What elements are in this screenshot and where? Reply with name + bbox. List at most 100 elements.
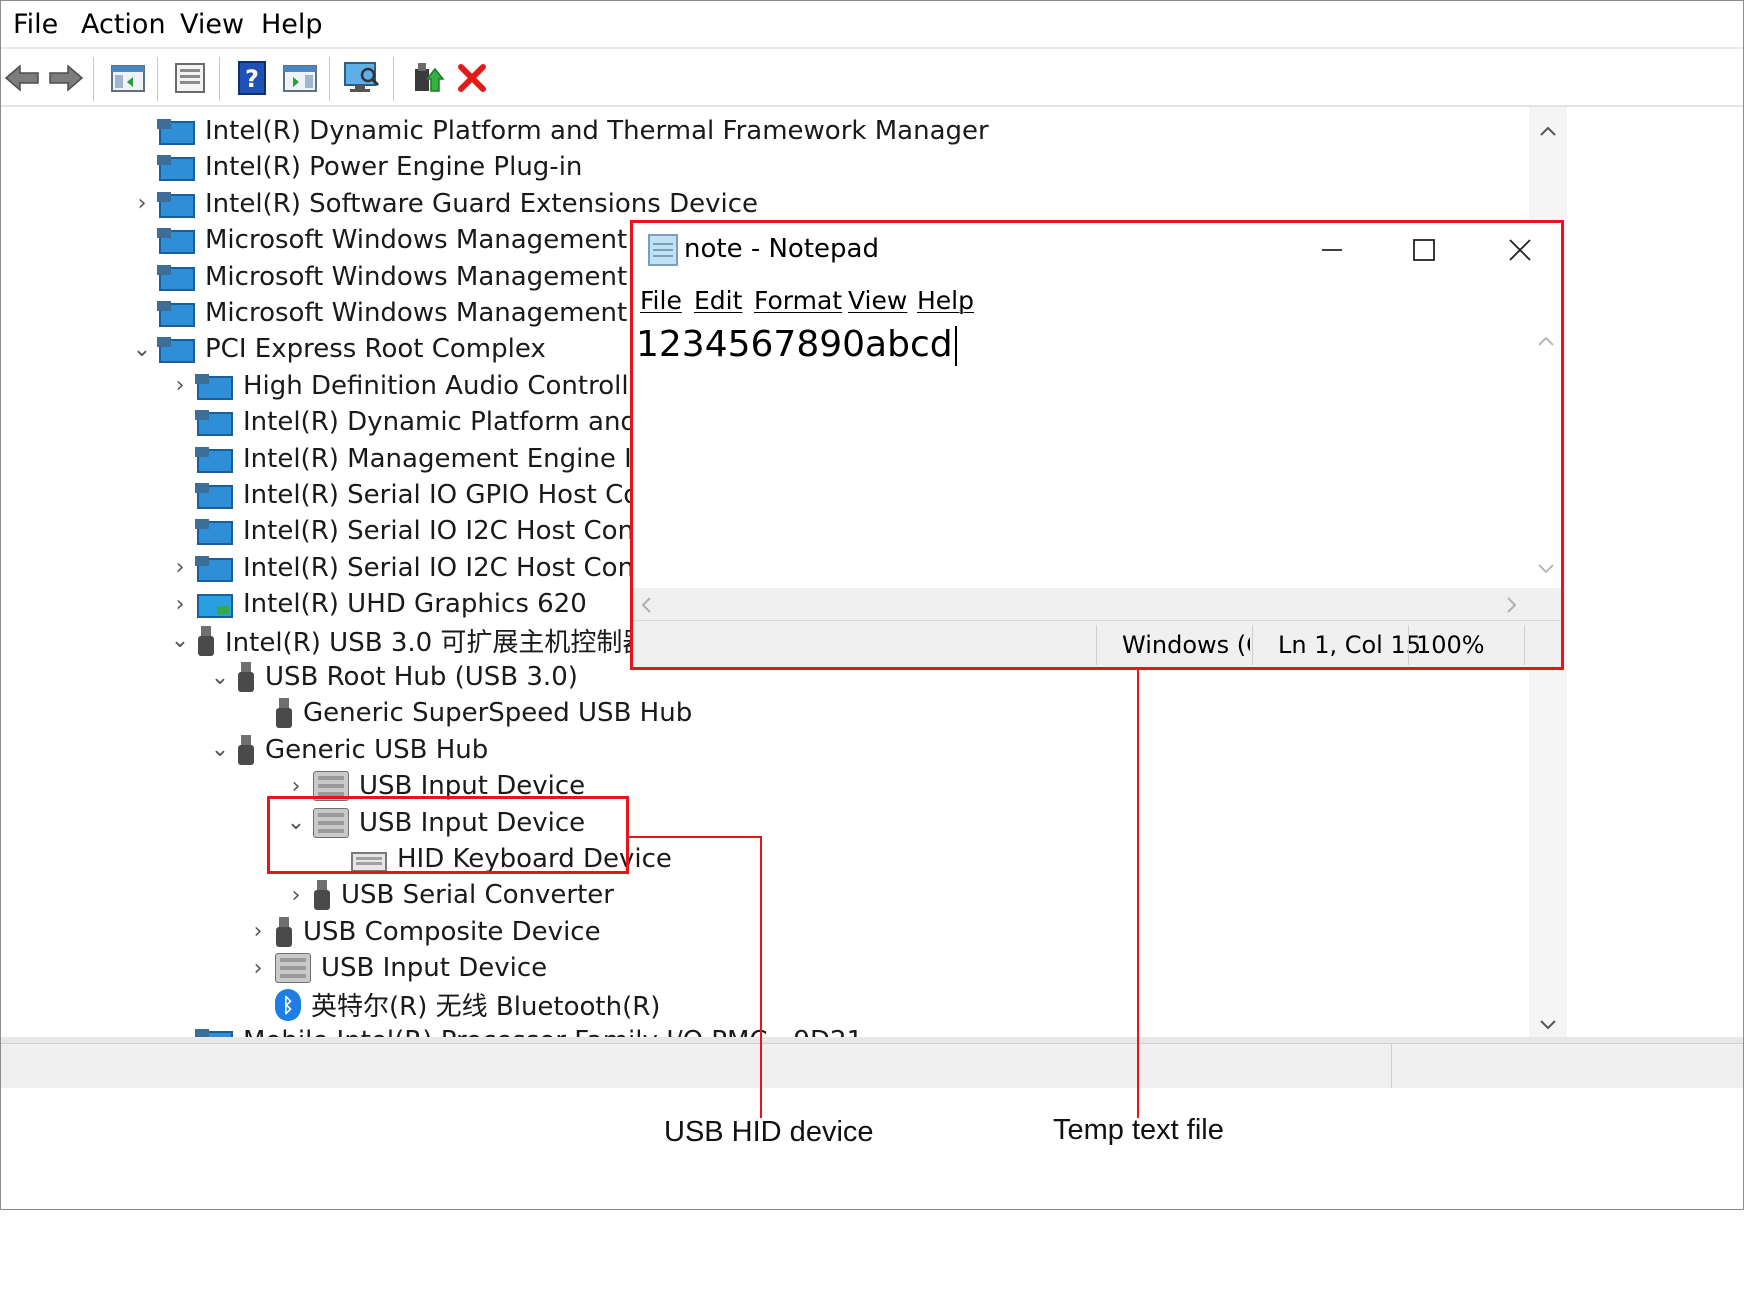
tree-item[interactable]: ⌄ Generic USB Hub (209, 730, 488, 770)
tree-item-label: USB Composite Device (303, 916, 601, 947)
bluetooth-icon: ᛒ (275, 988, 301, 1021)
chevron-right-icon[interactable]: › (285, 875, 307, 915)
system-device-icon (195, 410, 233, 437)
system-device-icon (157, 264, 195, 291)
chevron-down-icon[interactable]: ⌄ (169, 621, 191, 661)
system-device-icon (157, 119, 195, 145)
uninstall-x-icon[interactable] (453, 59, 491, 97)
system-device-icon (195, 519, 233, 546)
menu-view[interactable]: View (180, 9, 244, 40)
system-device-icon (157, 337, 195, 364)
system-device-icon (195, 446, 233, 473)
show-hide-console-tree-icon[interactable] (109, 59, 147, 97)
system-device-icon (157, 155, 195, 182)
menu-help[interactable]: Help (261, 9, 323, 40)
tree-item[interactable]: Intel(R) Dynamic Platform and Thermal Fr… (131, 111, 989, 151)
usb-device-icon (313, 880, 331, 911)
tree-item-label: Intel(R) UHD Graphics 620 (243, 589, 587, 620)
toolbar-separator (329, 57, 330, 101)
menu-divider (1, 47, 1743, 49)
tree-item[interactable]: ⌄ USB Root Hub (USB 3.0) (209, 657, 578, 697)
tree-item[interactable]: › USB Composite Device (247, 912, 601, 952)
menu-action[interactable]: Action (81, 9, 166, 40)
tree-item[interactable]: › USB Input Device (247, 948, 547, 988)
status-bar (1, 1043, 1743, 1088)
tree-item[interactable]: Intel(R) Power Engine Plug-in (131, 147, 582, 187)
tree-item[interactable]: ⌄ PCI Express Root Complex (131, 329, 546, 369)
hid-callout-line (760, 836, 762, 1118)
menu-file[interactable]: File (13, 9, 58, 40)
toolbar-separator (393, 57, 394, 101)
tree-item-label: High Definition Audio Controller (243, 370, 656, 401)
tree-item-label: PCI Express Root Complex (205, 334, 546, 365)
system-device-icon (195, 555, 233, 582)
tree-item-label: Intel(R) Dynamic Platform and Thermal Fr… (205, 116, 989, 146)
tree-item[interactable]: › USB Serial Converter (285, 875, 614, 915)
system-device-icon (157, 191, 195, 218)
system-device-icon (157, 228, 195, 255)
usb-device-icon (275, 698, 293, 729)
tree-item[interactable]: › Intel(R) UHD Graphics 620 (169, 584, 587, 624)
hid-highlight-box (267, 796, 629, 874)
toolbar-separator (93, 57, 94, 101)
tree-item-label: Intel(R) Power Engine Plug-in (205, 152, 583, 183)
chevron-right-icon[interactable]: › (169, 584, 191, 624)
help-icon[interactable]: ? (233, 59, 271, 97)
svg-text:?: ? (245, 65, 259, 93)
tree-item[interactable]: › Intel(R) Software Guard Extensions Devi… (131, 184, 758, 224)
usb-device-icon (237, 734, 255, 765)
notepad-callout-line (1137, 670, 1139, 1118)
chevron-right-icon[interactable]: › (169, 366, 191, 406)
system-device-icon (157, 301, 195, 327)
system-device-icon (195, 483, 233, 509)
forward-arrow-icon[interactable] (47, 59, 85, 97)
status-divider (1391, 1044, 1392, 1088)
action-pane-icon[interactable] (281, 59, 319, 97)
chevron-down-icon[interactable]: ⌄ (209, 657, 231, 697)
tree-item[interactable]: ᛒ 英特尔(R) 无线 Bluetooth(R) (247, 985, 660, 1025)
chevron-right-icon[interactable]: › (169, 548, 191, 588)
properties-icon[interactable] (171, 59, 209, 97)
pane-divider (1, 105, 1743, 107)
chevron-down-icon[interactable]: ⌄ (131, 329, 153, 369)
tree-item[interactable]: Generic SuperSpeed USB Hub (247, 693, 692, 733)
tree-item[interactable]: ⌄ Intel(R) USB 3.0 可扩展主机控制器 - 1 (169, 621, 691, 661)
tree-item-label: USB Serial Converter (341, 880, 614, 911)
hid-callout-line (629, 836, 762, 838)
toolbar-separator (157, 57, 158, 101)
tree-item-label: USB Root Hub (USB 3.0) (265, 662, 578, 692)
update-driver-icon[interactable] (409, 59, 447, 97)
menu-bar: File Action View Help (1, 1, 1743, 51)
tree-item-label: Intel(R) Software Guard Extensions Devic… (205, 188, 758, 219)
chevron-right-icon[interactable]: › (131, 184, 153, 224)
usb-device-icon (197, 625, 215, 656)
chevron-right-icon[interactable]: › (247, 948, 269, 988)
chevron-down-icon[interactable]: ⌄ (209, 730, 231, 770)
tree-item-label: Generic USB Hub (265, 734, 489, 765)
scroll-up-icon[interactable] (1529, 111, 1567, 151)
tree-item[interactable]: › High Definition Audio Controller (169, 366, 656, 406)
display-adapter-icon (197, 594, 233, 619)
monitor-scan-icon[interactable] (343, 59, 381, 97)
notepad-highlight-box (630, 220, 1564, 670)
chevron-right-icon[interactable]: › (247, 912, 269, 952)
notepad-callout-label: Temp text file (1053, 1114, 1224, 1146)
tree-item-label: 英特尔(R) 无线 Bluetooth(R) (311, 992, 661, 1023)
tree-item-label: Generic SuperSpeed USB Hub (303, 698, 693, 729)
tree-item-label: USB Input Device (321, 953, 548, 984)
hid-device-icon (275, 953, 311, 984)
toolbar-separator (219, 57, 220, 101)
hid-callout-label: USB HID device (664, 1116, 874, 1148)
back-arrow-icon[interactable] (3, 59, 41, 97)
